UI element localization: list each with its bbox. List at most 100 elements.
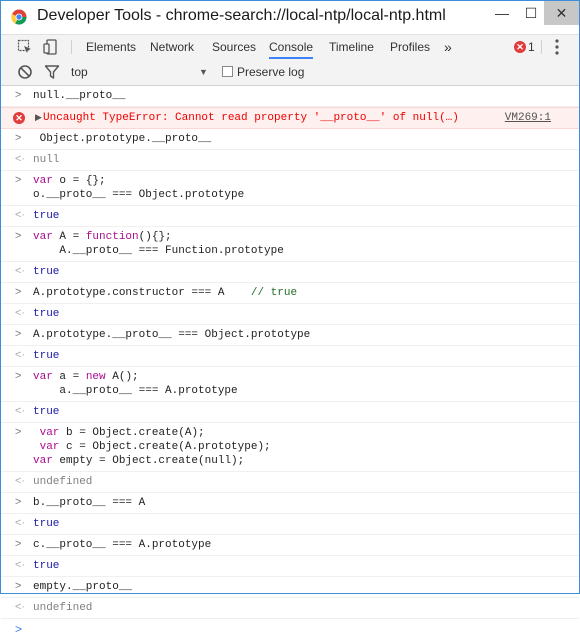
input-code: empty.__proto__ bbox=[33, 581, 133, 593]
result-value: undefined bbox=[33, 476, 93, 488]
console-input-entry: > var o = {}; o.__proto__ === Object.pro… bbox=[1, 171, 579, 206]
input-code-line: o.__proto__ === Object.prototype bbox=[33, 189, 245, 201]
input-prompt-icon: > bbox=[15, 370, 22, 382]
console-result-entry: <· undefined bbox=[1, 598, 579, 619]
result-arrow-icon: <· bbox=[15, 265, 26, 277]
window-title: Developer Tools - chrome-search://local-… bbox=[37, 7, 446, 24]
input-code-line: A.__proto__ === Function.prototype bbox=[33, 245, 284, 257]
console-result-entry: <· true bbox=[1, 402, 579, 423]
result-arrow-icon: <· bbox=[15, 349, 26, 361]
error-icon: ✕ bbox=[13, 112, 25, 124]
console-input-entry: > c.__proto__ === A.prototype bbox=[1, 535, 579, 556]
result-arrow-icon: <· bbox=[15, 307, 26, 319]
console-result-entry: <· true bbox=[1, 304, 579, 325]
console-input-entry: > empty.__proto__ bbox=[1, 577, 579, 598]
console-prompt-input[interactable]: > bbox=[1, 619, 579, 639]
input-prompt-icon: > bbox=[15, 174, 22, 186]
console-result-entry: <· undefined bbox=[1, 472, 579, 493]
error-source-link[interactable]: VM269:1 bbox=[505, 111, 551, 125]
result-value: true bbox=[33, 406, 60, 418]
input-code-line: var A = function(){}; bbox=[33, 231, 172, 243]
preserve-log-checkbox[interactable] bbox=[222, 66, 233, 77]
input-code-line: var o = {}; bbox=[33, 175, 106, 187]
input-code-line: var c = Object.create(A.prototype); bbox=[39, 441, 271, 453]
input-code-line: var b = Object.create(A); bbox=[39, 427, 205, 439]
result-value: true bbox=[33, 560, 60, 572]
input-prompt-icon: > bbox=[15, 580, 22, 592]
input-code: A.prototype.__proto__ === Object.prototy… bbox=[33, 329, 311, 341]
input-prompt-icon: > bbox=[15, 132, 22, 144]
minimize-button[interactable]: — bbox=[487, 1, 517, 25]
preserve-log-label: Preserve log bbox=[237, 65, 305, 79]
console-input-entry: > A.prototype.__proto__ === Object.proto… bbox=[1, 325, 579, 346]
input-prompt-icon: > bbox=[15, 328, 22, 340]
input-code: c.__proto__ === A.prototype bbox=[33, 539, 212, 551]
error-icon: ✕ bbox=[514, 41, 526, 53]
input-code-line: var a = new A(); bbox=[33, 371, 139, 383]
result-arrow-icon: <· bbox=[15, 475, 26, 487]
console-input-entry: > var a = new A(); a.__proto__ === A.pro… bbox=[1, 367, 579, 402]
input-code: Object.prototype.__proto__ bbox=[33, 133, 212, 145]
input-prompt-icon: > bbox=[15, 89, 22, 101]
device-mode-icon[interactable] bbox=[43, 39, 59, 55]
expand-icon[interactable]: ▶ bbox=[35, 111, 42, 125]
tab-elements[interactable]: Elements bbox=[86, 35, 136, 59]
result-arrow-icon: <· bbox=[15, 153, 26, 165]
more-options-icon[interactable] bbox=[551, 38, 563, 56]
more-tabs-button[interactable]: » bbox=[444, 35, 452, 59]
result-value: true bbox=[33, 210, 60, 222]
filter-icon[interactable] bbox=[44, 64, 60, 80]
input-prompt-icon: > bbox=[15, 496, 22, 508]
console-input-entry: > var b = Object.create(A); var c = Obje… bbox=[1, 423, 579, 472]
console-result-entry: <· true bbox=[1, 262, 579, 283]
console-result-entry: <· true bbox=[1, 206, 579, 227]
result-arrow-icon: <· bbox=[15, 559, 26, 571]
dropdown-arrow-icon[interactable]: ▼ bbox=[199, 67, 208, 77]
error-count-badge[interactable]: ✕ 1 bbox=[514, 40, 535, 54]
input-code-line: a.__proto__ === A.prototype bbox=[33, 385, 238, 397]
console-result-entry: <· true bbox=[1, 556, 579, 577]
result-arrow-icon: <· bbox=[15, 405, 26, 417]
console-toolbar: top ▼ Preserve log bbox=[1, 59, 579, 86]
inspect-element-icon[interactable] bbox=[17, 39, 33, 55]
result-value: undefined bbox=[33, 602, 93, 614]
context-selector[interactable]: top bbox=[71, 65, 88, 79]
input-prompt-icon: > bbox=[15, 230, 22, 242]
close-button[interactable]: ✕ bbox=[544, 1, 579, 25]
tab-profiles[interactable]: Profiles bbox=[390, 35, 430, 59]
tab-network[interactable]: Network bbox=[150, 35, 194, 59]
toolbar-divider bbox=[71, 40, 72, 54]
devtools-window: Developer Tools - chrome-search://local-… bbox=[0, 0, 580, 636]
result-value: true bbox=[33, 266, 60, 278]
input-prompt-icon: > bbox=[15, 286, 22, 298]
result-value: true bbox=[33, 518, 60, 530]
input-code: b.__proto__ === A bbox=[33, 497, 146, 509]
tab-console[interactable]: Console bbox=[269, 35, 314, 59]
console-input-entry: > b.__proto__ === A bbox=[1, 493, 579, 514]
title-bar: Developer Tools - chrome-search://local-… bbox=[1, 1, 579, 34]
result-value: true bbox=[33, 308, 60, 320]
maximize-button[interactable]: ☐ bbox=[518, 1, 544, 25]
result-arrow-icon: <· bbox=[15, 601, 26, 613]
prompt-chevron-icon: > bbox=[15, 622, 23, 636]
devtools-tab-bar: Elements Network Sources Console Timelin… bbox=[1, 34, 579, 60]
result-arrow-icon: <· bbox=[15, 209, 26, 221]
console-input-entry: > var A = function(){}; A.__proto__ === … bbox=[1, 227, 579, 262]
result-value: null bbox=[33, 154, 60, 166]
input-prompt-icon: > bbox=[15, 426, 22, 438]
error-message: Uncaught TypeError: Cannot read property… bbox=[43, 112, 459, 124]
console-input-entry: > A.prototype.constructor === A // true bbox=[1, 283, 579, 304]
clear-console-icon[interactable] bbox=[17, 64, 33, 80]
console-result-entry: <· true bbox=[1, 346, 579, 367]
tab-sources[interactable]: Sources bbox=[212, 35, 256, 59]
console-error-entry: ✕ ▶ Uncaught TypeError: Cannot read prop… bbox=[1, 107, 579, 129]
console-result-entry: <· null bbox=[1, 150, 579, 171]
input-prompt-icon: > bbox=[15, 538, 22, 550]
tab-timeline[interactable]: Timeline bbox=[329, 35, 374, 59]
result-value: true bbox=[33, 350, 60, 362]
console-input-entry: > null.__proto__ bbox=[1, 86, 579, 107]
error-count: 1 bbox=[528, 40, 535, 54]
console-messages: > null.__proto__ ✕ ▶ Uncaught TypeError:… bbox=[1, 86, 579, 636]
console-input-entry: > Object.prototype.__proto__ bbox=[1, 129, 579, 150]
result-arrow-icon: <· bbox=[15, 517, 26, 529]
